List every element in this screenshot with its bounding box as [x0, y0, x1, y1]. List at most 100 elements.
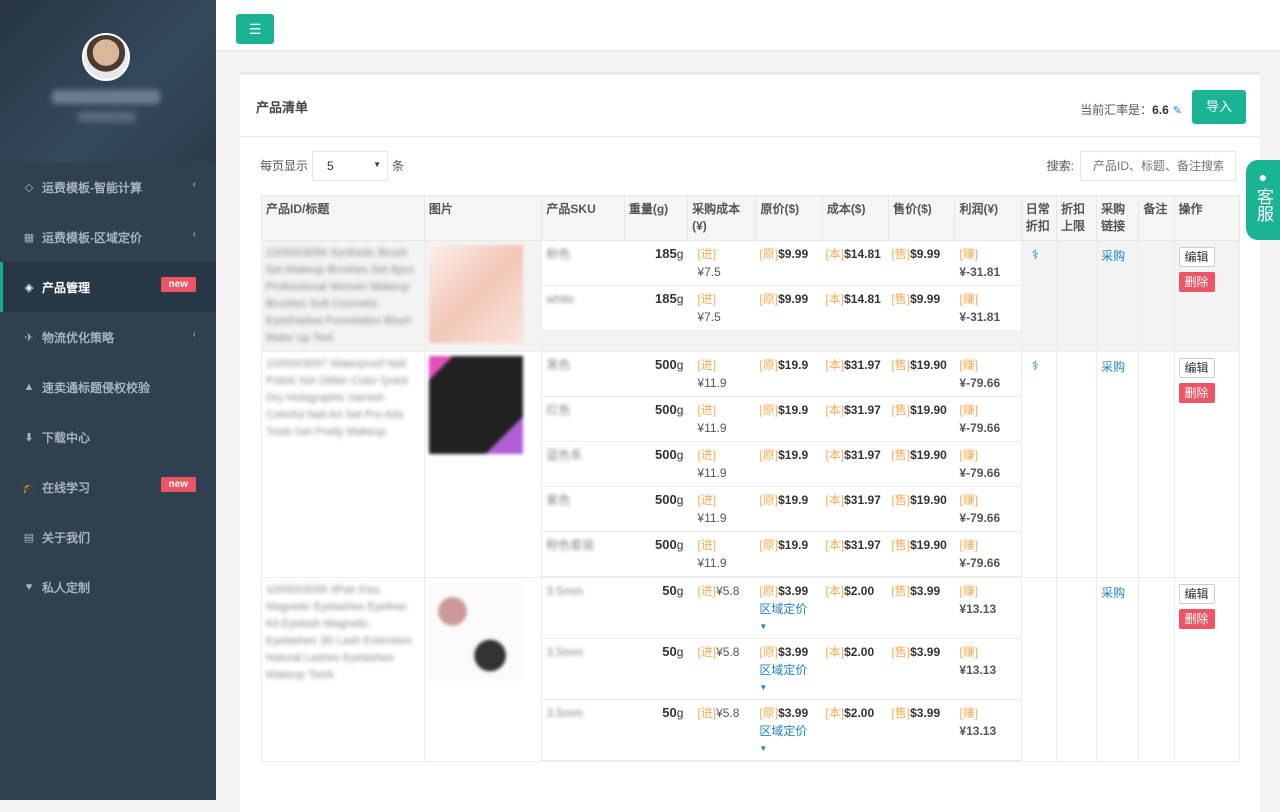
sku-name: 粉色套装 [542, 532, 624, 576]
profit-value: ¥-79.66 [959, 556, 1000, 570]
sidebar-item-0[interactable]: ◇运费模板-智能计算‹ [0, 162, 216, 212]
service-label: 客服 [1252, 188, 1274, 222]
sale-tag: [售] [891, 645, 910, 659]
profit-tag: [赚] [959, 493, 978, 507]
column-header-13: 操作 [1174, 196, 1239, 241]
page-title: 产品清单 [256, 97, 308, 116]
weight-number: 500 [655, 447, 677, 462]
sku-name: 粉色 [542, 241, 624, 285]
perpage-select[interactable]: 5▼ [312, 151, 388, 181]
caret-down-icon[interactable]: ▼ [759, 740, 817, 758]
profit-tag: [赚] [959, 584, 978, 598]
table-body: 1005003056 Synthetic Brush Set Makeup Br… [262, 241, 1240, 762]
original-price: [原]$3.99区域定价▼ [755, 578, 821, 638]
sale-value: $19.90 [910, 538, 947, 552]
diamond-icon: ◇ [22, 181, 36, 194]
product-title[interactable]: 1005003058 3Pair Kiss Magnetic Eyelashes… [262, 578, 424, 688]
cost-value: $2.00 [844, 706, 874, 720]
original-price: [原]$19.9 [755, 442, 821, 486]
product-thumbnail[interactable] [429, 356, 523, 454]
note-cell [1139, 352, 1174, 578]
edit-button[interactable]: 编辑 [1179, 247, 1215, 267]
product-image-cell [424, 578, 542, 762]
orig-value: $19.9 [778, 358, 808, 372]
cost-usd: [本]$14.81 [821, 286, 887, 330]
weight-unit: g [677, 493, 684, 507]
product-title[interactable]: 1005003057 Waterproof Nail Polish Set Gl… [262, 352, 424, 445]
profit: [赚]¥13.13 [953, 639, 1019, 699]
chevron-left-icon: ‹ [193, 179, 196, 190]
region-price-link[interactable]: 区域定价 [759, 722, 817, 740]
profit-tag: [赚] [959, 403, 978, 417]
purchase-cost: [进]¥5.8 [687, 639, 755, 699]
product-id-title-cell: 1005003056 Synthetic Brush Set Makeup Br… [262, 241, 425, 352]
stethoscope-icon[interactable]: ⚕ [1022, 241, 1056, 269]
top-navbar: ☰ [216, 0, 1280, 51]
cost-usd: [本]$31.97 [821, 352, 887, 396]
sku-group-cell: 粉色185g[进]¥7.5[原]$9.99[本]$14.81[售]$9.99[赚… [542, 241, 1021, 352]
sidebar-item-6[interactable]: 🎓在线学习new [0, 462, 216, 512]
column-header-0: 产品ID/标题 [262, 196, 425, 241]
delete-button[interactable]: 删除 [1179, 609, 1215, 629]
note-cell [1139, 241, 1174, 352]
purchase-value: ¥11.9 [697, 466, 726, 480]
sidebar-item-label: 产品管理 [42, 279, 90, 296]
region-price-link[interactable]: 区域定价 [759, 661, 817, 679]
product-id-title-cell: 1005003057 Waterproof Nail Polish Set Gl… [262, 352, 425, 578]
purchase-value: ¥7.5 [697, 265, 720, 279]
profit: [赚]¥-79.66 [953, 487, 1019, 531]
cost-usd: [本]$2.00 [821, 578, 887, 638]
sku-name: 红色 [542, 397, 624, 441]
stethoscope-icon[interactable]: ⚕ [1022, 352, 1056, 380]
delete-button[interactable]: 删除 [1179, 383, 1215, 403]
cost-usd: [本]$14.81 [821, 241, 887, 285]
product-title[interactable]: 1005003056 Synthetic Brush Set Makeup Br… [262, 241, 424, 351]
purchase-link[interactable]: 采购 [1097, 578, 1138, 607]
profit-tag: [赚] [959, 448, 978, 462]
menu-toggle-button[interactable]: ☰ [236, 14, 274, 44]
purchase-link-cell: 采购 [1097, 352, 1139, 578]
caret-down-icon[interactable]: ▼ [759, 679, 817, 697]
sidebar-item-label: 速卖通标题侵权校验 [42, 379, 150, 396]
sidebar: ◇运费模板-智能计算‹▦运费模板-区域定价‹◈产品管理new✈物流优化策略‹▲速… [0, 0, 216, 800]
username-blurred[interactable] [52, 90, 160, 104]
product-image-cell [424, 241, 542, 352]
import-button[interactable]: 导入 [1192, 90, 1246, 124]
sidebar-item-5[interactable]: ⬇下载中心 [0, 412, 216, 462]
purchase-link[interactable]: 采购 [1097, 352, 1138, 381]
column-header-11: 采购链接 [1097, 196, 1139, 241]
weight-number: 185 [655, 291, 677, 306]
exchange-rate-label: 当前汇率是： [1080, 103, 1152, 117]
sidebar-item-8[interactable]: ♥私人定制 [0, 562, 216, 612]
cost-tag: [本] [825, 403, 844, 417]
caret-down-icon[interactable]: ▼ [759, 618, 817, 636]
orig-value: $19.9 [778, 448, 808, 462]
sale-tag: [售] [891, 247, 910, 261]
region-price-link[interactable]: 区域定价 [759, 600, 817, 618]
sidebar-item-1[interactable]: ▦运费模板-区域定价‹ [0, 212, 216, 262]
weight-value: 500g [624, 487, 687, 531]
search-input[interactable] [1080, 151, 1236, 181]
orig-value: $3.99 [778, 584, 808, 598]
product-list-panel: 产品清单 当前汇率是：6.6✎ 导入 每页显示 5▼ 条 搜索: 产品ID/标题… [240, 72, 1260, 812]
product-thumbnail[interactable] [429, 582, 523, 680]
purchase-cost: [进]¥11.9 [687, 352, 755, 396]
product-thumbnail[interactable] [429, 245, 523, 343]
avatar[interactable] [82, 33, 130, 81]
purchase-cost: [进]¥11.9 [687, 487, 755, 531]
column-header-5: 原价($) [756, 196, 822, 241]
purchase-link[interactable]: 采购 [1097, 241, 1138, 270]
edit-button[interactable]: 编辑 [1179, 584, 1215, 604]
customer-service-button[interactable]: ● 客服 [1246, 160, 1280, 240]
sidebar-item-4[interactable]: ▲速卖通标题侵权校验 [0, 362, 216, 412]
profit-tag: [赚] [959, 706, 978, 720]
edit-icon[interactable]: ✎ [1173, 105, 1182, 117]
purchase-tag: [进] [697, 292, 716, 306]
sidebar-item-2[interactable]: ◈产品管理new [0, 262, 216, 312]
edit-button[interactable]: 编辑 [1179, 358, 1215, 378]
original-price: [原]$19.9 [755, 532, 821, 576]
sidebar-item-7[interactable]: ▤关于我们 [0, 512, 216, 562]
delete-button[interactable]: 删除 [1179, 272, 1215, 292]
sale-value: $19.90 [910, 403, 947, 417]
sidebar-item-3[interactable]: ✈物流优化策略‹ [0, 312, 216, 362]
